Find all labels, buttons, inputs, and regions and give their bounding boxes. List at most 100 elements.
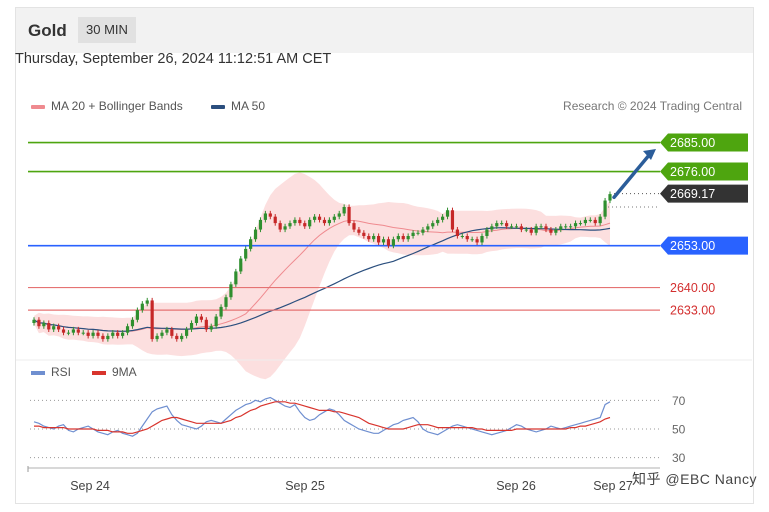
candle-body [322, 219, 327, 224]
watermark: 知乎 @EBC Nancy [632, 471, 757, 487]
candle-body [544, 226, 548, 230]
candle-body [436, 219, 440, 224]
candle-body [485, 229, 489, 236]
candle-body [66, 332, 71, 334]
candle-body [342, 207, 346, 214]
candle-body [529, 229, 533, 233]
candle-body [593, 219, 597, 224]
level-label-2653.00: 2653.00 [670, 239, 715, 253]
candle-body [175, 335, 179, 340]
candle-body [81, 332, 85, 334]
x-tick-sep-26: Sep 26 [496, 479, 536, 493]
candle-body [367, 236, 371, 240]
candle-body [411, 232, 415, 236]
candle-body [32, 319, 36, 323]
candle-body [352, 223, 356, 230]
candle-body [258, 219, 263, 230]
candle-body [524, 229, 528, 231]
candle-body [111, 332, 115, 336]
rsi-tick-30: 30 [672, 451, 686, 465]
candle-body [406, 236, 410, 240]
candle-body [470, 239, 474, 241]
x-tick-sep-25: Sep 25 [285, 479, 325, 493]
level-label-2633.00: 2633.00 [670, 304, 715, 318]
candle-body [283, 226, 287, 230]
candle-body [278, 223, 282, 230]
level-label-2640.00: 2640.00 [670, 281, 715, 295]
candle-body [298, 219, 302, 224]
candle-body [332, 216, 336, 220]
candle-body [150, 300, 154, 340]
candle-body [455, 229, 459, 236]
candle-body [224, 297, 228, 307]
candle-body [445, 210, 450, 217]
candle-body [386, 239, 391, 246]
candle-body [475, 239, 479, 243]
candle-body [573, 223, 578, 227]
candle-body [209, 326, 213, 330]
candle-body [450, 210, 455, 230]
candle-body [96, 332, 100, 336]
candle-body [263, 213, 267, 220]
candle-body [554, 229, 558, 233]
candle-body [165, 329, 169, 333]
candle-body [391, 239, 395, 246]
candle-body [194, 316, 199, 323]
candle-body [253, 229, 258, 240]
rsi-tick-70: 70 [672, 394, 686, 408]
candle-body [564, 226, 568, 228]
candle-body [583, 219, 587, 224]
candle-body [170, 329, 174, 336]
candle-body [381, 239, 386, 243]
candle-body [421, 229, 425, 233]
candle-body [480, 236, 484, 243]
candle-body [519, 226, 523, 230]
candle-body [101, 335, 105, 340]
price-chart-svg: 2685.00 2676.00 2653.00 2640.00 2633.00 2669.… [16, 133, 752, 493]
candle-body [199, 316, 203, 320]
level-label-2685.00: 2685.00 [670, 136, 715, 150]
candle-body [106, 335, 110, 340]
candle-body [204, 319, 208, 330]
candle-body [441, 216, 445, 220]
candle-body [495, 223, 499, 227]
candle-body [578, 223, 583, 225]
candle-body [598, 216, 602, 224]
candle-body [327, 219, 331, 224]
candle-body [396, 236, 400, 240]
candle-body [608, 194, 612, 201]
candle-body [534, 226, 538, 233]
candle-body [377, 236, 381, 243]
candle-body [317, 216, 322, 220]
candle-body [145, 300, 149, 304]
candle-body [76, 329, 80, 333]
candle-body [588, 219, 592, 221]
candle-body [47, 323, 51, 330]
candle-body [490, 226, 494, 230]
candle-body [71, 329, 75, 333]
candle-body [293, 219, 297, 224]
candle-body [426, 226, 430, 230]
candle-body [125, 326, 130, 333]
candle-body [121, 332, 125, 336]
candle-body [244, 248, 248, 259]
candle-body [509, 226, 514, 228]
candle-body [234, 271, 238, 285]
candle-body [288, 223, 292, 227]
candle-body [308, 219, 312, 227]
candle-body [559, 226, 563, 230]
candle-body [273, 216, 277, 224]
candle-body [229, 284, 233, 298]
bollinger-band [34, 172, 610, 380]
candle-body [86, 332, 90, 336]
x-tick-sep-27: Sep 27 [593, 479, 633, 493]
candle-body [185, 329, 189, 336]
candle-body [61, 329, 66, 333]
candle-body [500, 223, 504, 225]
candle-body [268, 213, 272, 217]
candle-body [505, 223, 509, 227]
candle-body [52, 326, 56, 330]
candle-body [91, 332, 95, 336]
candle-body [135, 310, 139, 320]
candle-body [401, 236, 405, 240]
